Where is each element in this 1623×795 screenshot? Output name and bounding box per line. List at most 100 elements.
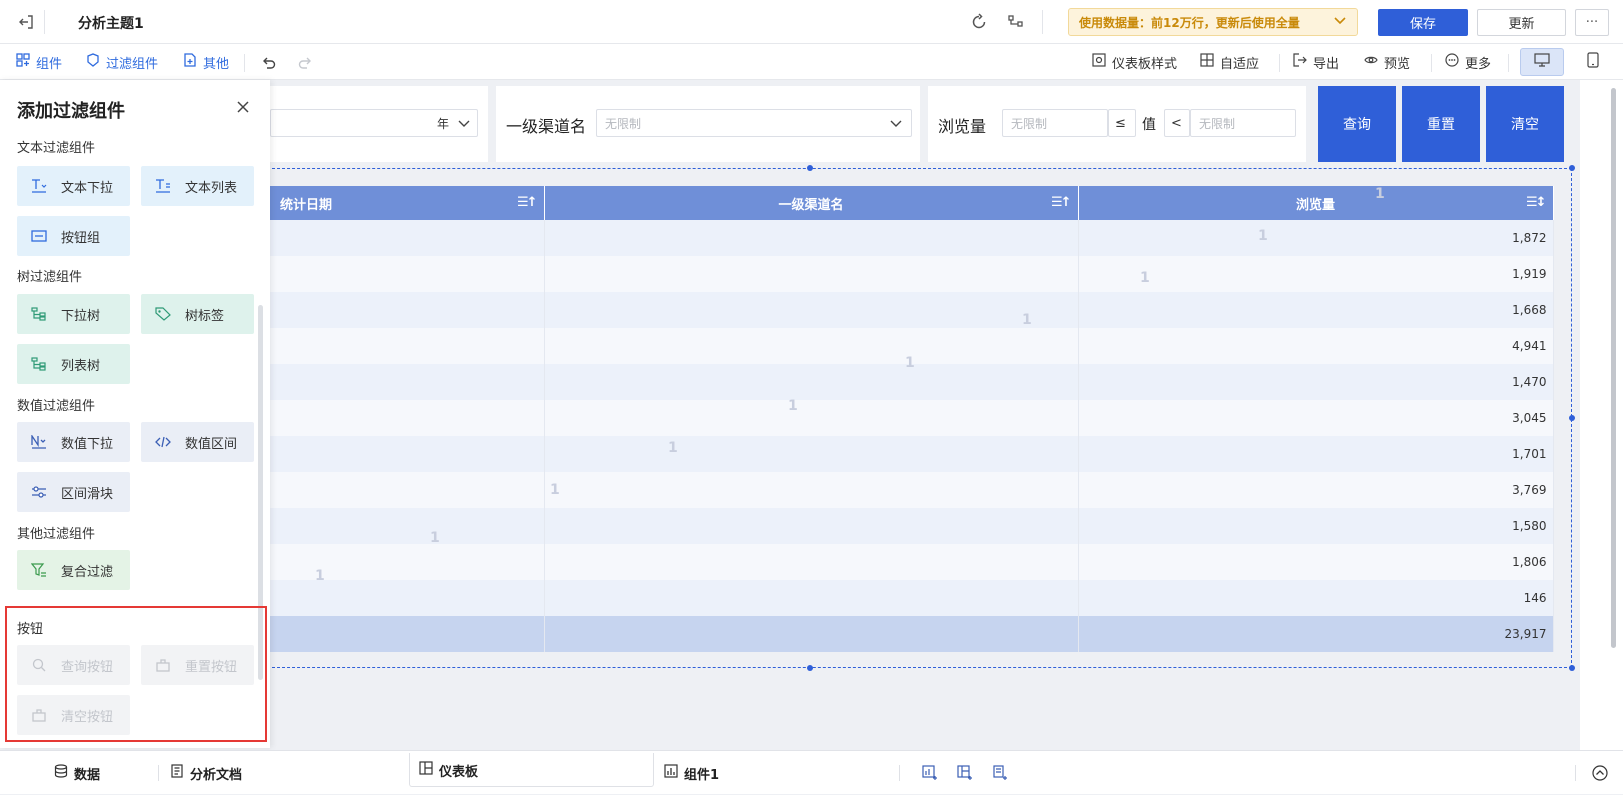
views-cell: 1,668 (1078, 292, 1554, 328)
resize-handle-top[interactable] (807, 165, 813, 171)
chevron-down-icon (1333, 13, 1347, 30)
resize-handle-right[interactable] (1569, 415, 1575, 421)
list-tree-label: 列表树 (61, 358, 101, 374)
views-max-input[interactable]: 无限制 (1190, 109, 1296, 137)
button-group-icon (17, 229, 61, 243)
right-scroll-track (1580, 80, 1623, 750)
preview-button[interactable]: 预览 (1364, 44, 1410, 80)
undo-icon[interactable] (258, 51, 280, 73)
filter-component-menu[interactable]: 过滤组件 (86, 44, 158, 80)
panel-title: 添加过滤组件 (17, 101, 125, 122)
component1-tab[interactable]: 组件1 (664, 751, 719, 795)
lineage-icon[interactable] (1005, 11, 1027, 33)
collapse-up-icon[interactable] (1590, 763, 1610, 783)
add-dashboard-icon[interactable] (955, 763, 975, 783)
save-button[interactable]: 保存 (1378, 9, 1468, 36)
desktop-view-button[interactable] (1520, 48, 1564, 76)
add-document-icon[interactable] (990, 763, 1010, 783)
mobile-view-button[interactable] (1576, 48, 1610, 76)
query-button[interactable]: 查询 (1318, 86, 1396, 162)
dashboard-icon (419, 761, 433, 779)
year-filter-widget[interactable]: 年 (270, 86, 488, 162)
update-button[interactable]: 更新 (1477, 9, 1566, 36)
dropdown-tree-label: 下拉树 (61, 308, 101, 324)
component-menu[interactable]: 组件 (16, 44, 62, 80)
views-min-input[interactable]: 无限制 (1002, 109, 1108, 137)
composite-filter-icon (17, 563, 61, 577)
other-menu[interactable]: 其他 (183, 44, 229, 80)
watermark: 1 (315, 568, 325, 584)
composite-filter-chip[interactable]: 复合过滤 (17, 550, 130, 590)
column-header-views[interactable]: 浏览量 ☰↕ (1078, 186, 1554, 220)
query-button-chip[interactable]: 查询按钮 (17, 645, 130, 685)
table-row: 3,045 (262, 400, 1554, 436)
reset-button-chip[interactable]: 重置按钮 (141, 645, 254, 685)
notice-text: 使用数据量：前12万行，更新后使用全量 (1079, 15, 1300, 30)
data-tab[interactable]: 数据 (54, 751, 100, 795)
channel-filter-label: 一级渠道名 (506, 117, 587, 136)
dashboard-tab-label: 仪表板 (439, 764, 479, 780)
text-dropdown-chip[interactable]: 文本下拉 (17, 166, 130, 206)
toolbar: 组件 过滤组件 其他 仪表板样式 自适应 导出 预览 更多 (0, 44, 1623, 80)
dashboard-style-button[interactable]: 仪表板样式 (1092, 44, 1177, 80)
dashboard-style-label: 仪表板样式 (1112, 56, 1178, 72)
range-slider-chip[interactable]: 区间滑块 (17, 472, 130, 512)
reset-button[interactable]: 重置 (1402, 86, 1480, 162)
text-filter-section-title: 文本过滤组件 (17, 141, 96, 156)
year-select[interactable]: 年 (270, 109, 478, 137)
add-chart-component-icon[interactable] (920, 763, 940, 783)
canvas-scrollbar[interactable] (1611, 88, 1616, 648)
resize-handle-top-right[interactable] (1569, 165, 1575, 171)
data-usage-notice[interactable]: 使用数据量：前12万行，更新后使用全量 (1068, 8, 1358, 36)
resize-handle-bottom[interactable] (807, 665, 813, 671)
watermark: 1 (550, 482, 560, 498)
refresh-icon[interactable] (968, 11, 990, 33)
table-row: 1,701 (262, 436, 1554, 472)
column-header-channel[interactable]: 一级渠道名 ☰↑ (544, 186, 1079, 220)
views-total-cell: 23,917 (1078, 616, 1554, 652)
views-op1-select[interactable]: ≤ (1108, 109, 1136, 137)
close-icon[interactable] (232, 96, 254, 118)
sort-icon[interactable]: ☰↑ (517, 195, 537, 210)
more-label: 更多 (1465, 56, 1492, 72)
page-title: 分析主题1 (78, 16, 144, 32)
watermark: 1 (1022, 312, 1032, 328)
filter-icon (86, 53, 100, 71)
number-dropdown-chip[interactable]: 数值下拉 (17, 422, 130, 462)
clear-button-chip[interactable]: 清空按钮 (17, 695, 130, 735)
more-button[interactable]: 更多 (1445, 44, 1491, 80)
redo-icon[interactable] (294, 51, 316, 73)
analysis-doc-tab-label: 分析文档 (190, 767, 243, 783)
more-options-button[interactable]: ··· (1575, 9, 1609, 36)
other-label: 其他 (203, 56, 230, 72)
clear-icon (17, 708, 61, 722)
number-dropdown-icon (17, 435, 61, 449)
channel-select[interactable]: 无限制 (596, 109, 912, 137)
text-dropdown-icon (17, 179, 61, 193)
views-op2-select[interactable]: < (1164, 109, 1190, 137)
channel-filter-widget[interactable]: 一级渠道名 无限制 (496, 86, 920, 162)
button-group-chip[interactable]: 按钮组 (17, 216, 130, 256)
tree-tag-chip[interactable]: 树标签 (141, 294, 254, 334)
number-range-chip[interactable]: 数值区间 (141, 422, 254, 462)
list-tree-chip[interactable]: 列表树 (17, 344, 130, 384)
dashboard-tab-content[interactable]: 仪表板 (419, 751, 478, 789)
other-filter-section-title: 其他过滤组件 (17, 527, 96, 542)
column-header-date-label: 统计日期 (280, 197, 333, 213)
adaptive-button[interactable]: 自适应 (1200, 44, 1259, 80)
views-filter-widget[interactable]: 浏览量 无限制 ≤ 值 < 无限制 (928, 86, 1306, 162)
views-cell: 1,470 (1078, 364, 1554, 400)
tree-tag-label: 树标签 (185, 308, 225, 324)
clear-button[interactable]: 清空 (1486, 86, 1564, 162)
text-list-chip[interactable]: 文本列表 (141, 166, 254, 206)
column-header-date[interactable]: 统计日期 ☰↑ (262, 186, 545, 220)
exit-icon[interactable] (14, 10, 38, 34)
preview-label: 预览 (1384, 56, 1411, 72)
dropdown-tree-chip[interactable]: 下拉树 (17, 294, 130, 334)
sort-icon[interactable]: ☰↑ (1051, 195, 1071, 210)
sort-icon[interactable]: ☰↕ (1526, 195, 1546, 210)
export-button[interactable]: 导出 (1293, 44, 1339, 80)
views-cell: 1,872 (1078, 220, 1554, 256)
resize-handle-bottom-right[interactable] (1569, 665, 1575, 671)
analysis-doc-tab[interactable]: 分析文档 (170, 751, 242, 795)
